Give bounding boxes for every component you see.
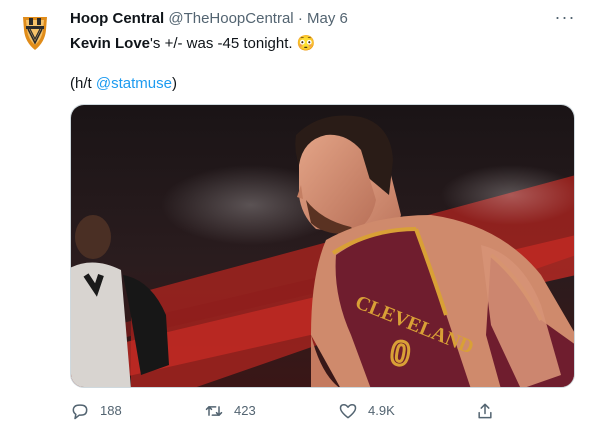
like-icon (339, 404, 357, 419)
tweet-media[interactable]: CLEVELAND 0 (70, 104, 575, 388)
share-button[interactable] (475, 400, 505, 422)
hat-tip-suffix: ) (171, 75, 177, 92)
tweet-card[interactable]: Hoop Central @TheHoopCentral · May 6 ···… (0, 0, 590, 432)
reply-button[interactable]: 188 (70, 400, 122, 422)
player-name: Kevin Love (70, 35, 151, 52)
retweet-icon (205, 406, 223, 416)
hoop-central-logo (12, 10, 58, 56)
tweet-header: Hoop Central @TheHoopCentral · May 6 (70, 9, 348, 29)
reply-count: 188 (100, 403, 122, 418)
separator: · (297, 10, 303, 27)
mention-link[interactable]: @statmuse (96, 75, 172, 92)
flushed-emoji-icon: 😳 (296, 35, 316, 52)
retweet-button[interactable]: 423 (204, 400, 256, 422)
hat-tip-prefix: (h/t (70, 75, 96, 92)
reply-icon (72, 404, 88, 420)
action-bar: 188 423 4.9K (70, 396, 575, 426)
media-photo: CLEVELAND 0 (71, 105, 574, 387)
retweet-count: 423 (234, 403, 256, 418)
more-options-icon[interactable]: ··· (552, 6, 578, 28)
tweet-text-body: 's +/- was -45 tonight. (150, 35, 293, 52)
hat-tip: (h/t @statmuse) (70, 74, 177, 94)
share-icon (478, 403, 492, 419)
like-count: 4.9K (368, 403, 395, 418)
tweet-date[interactable]: May 6 (307, 10, 348, 27)
handle[interactable]: @TheHoopCentral (168, 10, 293, 27)
tweet-text: Kevin Love's +/- was -45 tonight. 😳 (70, 34, 315, 54)
display-name[interactable]: Hoop Central (70, 10, 164, 27)
like-button[interactable]: 4.9K (338, 400, 395, 422)
avatar[interactable] (12, 10, 58, 56)
